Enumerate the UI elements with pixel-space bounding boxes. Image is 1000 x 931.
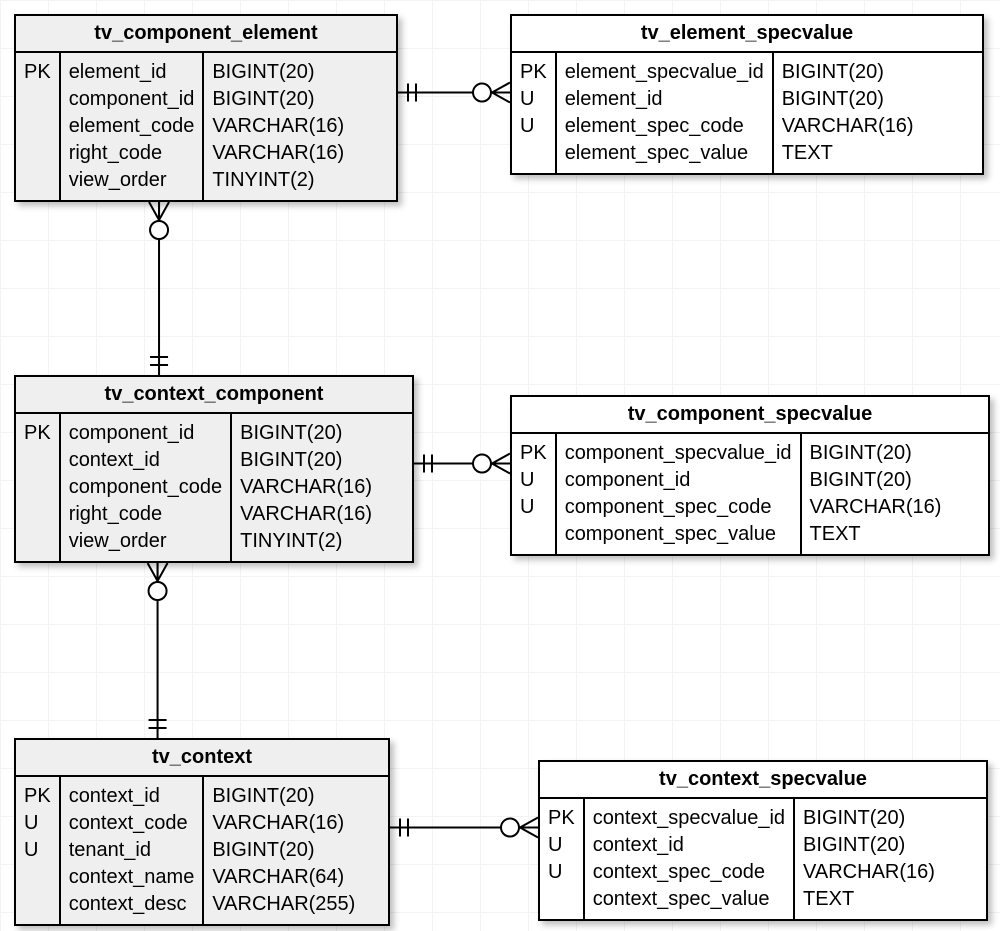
entity-body: PKUU element_specvalue_idelement_ideleme… bbox=[512, 53, 982, 173]
type-col: BIGINT(20)BIGINT(20)VARCHAR(16)TEXT bbox=[793, 799, 943, 919]
field-col: component_idcontext_idcomponent_coderigh… bbox=[59, 414, 230, 561]
entity-tv-element-specvalue: tv_element_specvalue PKUU element_specva… bbox=[510, 14, 984, 175]
field-col: context_idcontext_codetenant_idcontext_n… bbox=[59, 777, 203, 924]
type-col: BIGINT(20)BIGINT(20)VARCHAR(16)TEXT bbox=[800, 434, 950, 554]
entity-body: PKUU component_specvalue_idcomponent_idc… bbox=[512, 434, 988, 554]
field-col: context_specvalue_idcontext_idcontext_sp… bbox=[583, 799, 793, 919]
key-col: PK bbox=[16, 53, 59, 200]
key-col: PK bbox=[16, 414, 59, 561]
type-col: BIGINT(20)BIGINT(20)VARCHAR(16)VARCHAR(1… bbox=[230, 414, 380, 561]
entity-tv-component-element: tv_component_element PK element_idcompon… bbox=[14, 14, 398, 202]
entity-title: tv_context_component bbox=[16, 377, 412, 414]
key-col: PKUU bbox=[16, 777, 59, 924]
key-col: PKUU bbox=[512, 53, 555, 173]
entity-tv-context-specvalue: tv_context_specvalue PKUU context_specva… bbox=[538, 760, 988, 921]
type-col: BIGINT(20)VARCHAR(16)BIGINT(20)VARCHAR(6… bbox=[202, 777, 363, 924]
field-col: element_idcomponent_idelement_coderight_… bbox=[59, 53, 203, 200]
entity-tv-context: tv_context PKUU context_idcontext_codete… bbox=[14, 738, 390, 926]
entity-body: PKUU context_specvalue_idcontext_idconte… bbox=[540, 799, 986, 919]
entity-title: tv_component_element bbox=[16, 16, 396, 53]
key-col: PKUU bbox=[540, 799, 583, 919]
entity-title: tv_element_specvalue bbox=[512, 16, 982, 53]
entity-tv-component-specvalue: tv_component_specvalue PKUU component_sp… bbox=[510, 395, 990, 556]
entity-body: PK element_idcomponent_idelement_coderig… bbox=[16, 53, 396, 200]
entity-body: PK component_idcontext_idcomponent_coder… bbox=[16, 414, 412, 561]
key-col: PKUU bbox=[512, 434, 555, 554]
field-col: component_specvalue_idcomponent_idcompon… bbox=[555, 434, 800, 554]
type-col: BIGINT(20)BIGINT(20)VARCHAR(16)VARCHAR(1… bbox=[202, 53, 352, 200]
entity-body: PKUU context_idcontext_codetenant_idcont… bbox=[16, 777, 388, 924]
entity-title: tv_context_specvalue bbox=[540, 762, 986, 799]
entity-tv-context-component: tv_context_component PK component_idcont… bbox=[14, 375, 414, 563]
field-col: element_specvalue_idelement_idelement_sp… bbox=[555, 53, 772, 173]
entity-title: tv_context bbox=[16, 740, 388, 777]
type-col: BIGINT(20)BIGINT(20)VARCHAR(16)TEXT bbox=[772, 53, 922, 173]
entity-title: tv_component_specvalue bbox=[512, 397, 988, 434]
